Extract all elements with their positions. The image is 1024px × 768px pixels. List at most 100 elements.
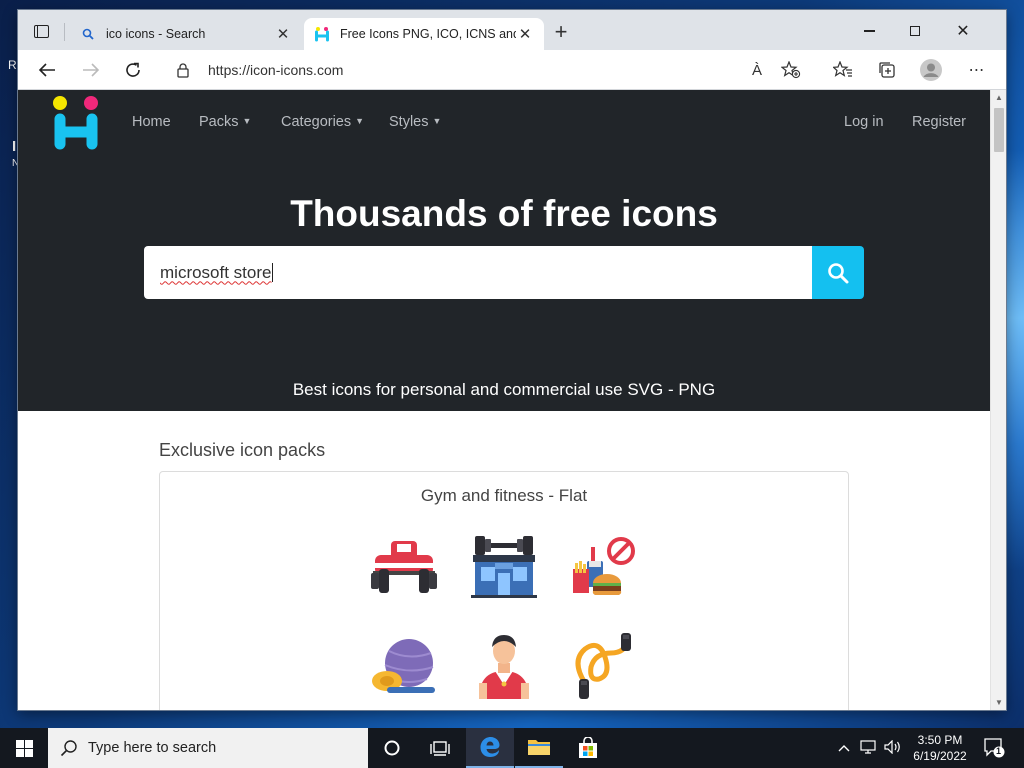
forward-button[interactable] bbox=[78, 58, 104, 82]
taskbar-search-placeholder: Type here to search bbox=[88, 740, 217, 756]
edge-icon bbox=[480, 737, 500, 757]
hero-title: Thousands of free icons bbox=[290, 193, 718, 234]
tab-bar: ico icons - Search ✕ Free Icons PNG, ICO… bbox=[18, 10, 1006, 50]
clock-date: 6/19/2022 bbox=[913, 749, 967, 763]
read-aloud-icon: À bbox=[751, 61, 762, 79]
profile-button[interactable] bbox=[918, 58, 944, 82]
collections-button[interactable] bbox=[874, 58, 900, 82]
desktop-icon-label-fragment: I bbox=[12, 138, 17, 155]
icon-icons-logo[interactable] bbox=[52, 94, 102, 150]
icon-icons-favicon bbox=[314, 26, 330, 42]
more-options-icon: ⋯ bbox=[968, 62, 986, 79]
junk-food-forbidden-icon[interactable] bbox=[569, 533, 639, 603]
bench-press-icon[interactable] bbox=[369, 533, 439, 603]
taskbar: Type here to search 3:50 PM 6/19/2022 1 bbox=[0, 728, 1024, 768]
folder-icon bbox=[528, 740, 550, 755]
collections-icon bbox=[879, 62, 895, 78]
search-submit-button[interactable] bbox=[812, 246, 864, 299]
start-button[interactable] bbox=[0, 728, 48, 768]
maximize-button[interactable] bbox=[892, 18, 938, 44]
minimize-button[interactable] bbox=[846, 18, 892, 44]
star-plus-icon bbox=[781, 61, 801, 79]
taskbar-clock[interactable]: 3:50 PM 6/19/2022 bbox=[902, 732, 978, 764]
show-hidden-icons[interactable] bbox=[838, 741, 850, 755]
windows-logo-icon bbox=[15, 739, 33, 757]
action-center-button[interactable]: 1 bbox=[982, 736, 1006, 760]
address-bar-row: https://icon-icons.com À ⋯ bbox=[18, 50, 1006, 90]
forward-arrow-icon bbox=[83, 63, 100, 77]
cortana-button[interactable] bbox=[368, 728, 416, 768]
back-arrow-icon bbox=[38, 63, 55, 77]
close-tab-icon[interactable]: ✕ bbox=[274, 25, 292, 43]
web-content: Home Packs ▼ Categories ▼ Styles ▼ Log in R… bbox=[18, 90, 1006, 710]
yoga-ball-mat-icon[interactable] bbox=[369, 631, 439, 701]
address-field[interactable]: https://icon-icons.com bbox=[172, 55, 742, 85]
system-tray bbox=[838, 728, 902, 768]
close-tab-icon[interactable]: ✕ bbox=[516, 25, 534, 43]
tab-title: ico icons - Search bbox=[106, 27, 206, 41]
icon-pack-card[interactable]: Gym and fitness - Flat bbox=[159, 471, 849, 710]
nav-packs[interactable]: Packs ▼ bbox=[199, 114, 251, 130]
cortana-icon bbox=[384, 740, 400, 756]
tab-actions-icon bbox=[33, 24, 49, 38]
store-bag-icon bbox=[579, 737, 597, 758]
nav-categories[interactable]: Categories ▼ bbox=[281, 114, 364, 130]
network-icon[interactable] bbox=[860, 739, 876, 757]
edge-taskbar-button[interactable] bbox=[466, 728, 514, 768]
settings-menu-button[interactable]: ⋯ bbox=[964, 58, 990, 82]
browser-window: ico icons - Search ✕ Free Icons PNG, ICO… bbox=[18, 10, 1006, 710]
search-input-value: microsoft store bbox=[160, 262, 272, 282]
clock-time: 3:50 PM bbox=[917, 733, 963, 747]
nav-home[interactable]: Home bbox=[132, 114, 171, 130]
tab-divider bbox=[64, 23, 65, 41]
file-explorer-button[interactable] bbox=[515, 728, 563, 768]
url-text: https://icon-icons.com bbox=[208, 62, 344, 78]
jump-rope-icon[interactable] bbox=[569, 631, 639, 701]
chevron-up-icon bbox=[838, 745, 850, 752]
read-aloud-button[interactable]: À bbox=[744, 58, 770, 82]
nav-register[interactable]: Register bbox=[912, 114, 966, 130]
nav-login[interactable]: Log in bbox=[844, 114, 884, 130]
hero-subtitle: Best icons for personal and commercial u… bbox=[292, 380, 716, 399]
new-tab-button[interactable]: + bbox=[550, 21, 572, 43]
volume-icon[interactable] bbox=[884, 739, 902, 757]
refresh-button[interactable] bbox=[120, 58, 146, 82]
avatar bbox=[920, 59, 942, 81]
hero-section: Home Packs ▼ Categories ▼ Styles ▼ Log in R… bbox=[18, 90, 990, 411]
section-title: Exclusive icon packs bbox=[159, 440, 326, 460]
nav-styles[interactable]: Styles ▼ bbox=[389, 114, 441, 130]
notification-badge: 1 bbox=[996, 746, 1002, 756]
back-button[interactable] bbox=[34, 58, 60, 82]
nav-styles-label: Styles bbox=[389, 114, 429, 130]
close-window-button[interactable]: ✕ bbox=[940, 18, 986, 44]
page-scrollbar[interactable]: ▲ ▼ bbox=[990, 90, 1006, 710]
scrollbar-thumb[interactable] bbox=[994, 108, 1004, 152]
caret-down-icon: ▼ bbox=[432, 116, 442, 126]
fitness-trainer-icon[interactable] bbox=[469, 631, 539, 701]
caret-down-icon: ▼ bbox=[242, 116, 252, 126]
desktop-icon-label-fragment: R bbox=[8, 58, 17, 72]
microsoft-store-button[interactable] bbox=[564, 728, 612, 768]
notification-icon bbox=[984, 738, 1005, 758]
nav-categories-label: Categories bbox=[281, 114, 352, 130]
taskbar-search-box[interactable]: Type here to search bbox=[48, 728, 368, 768]
add-favorite-button[interactable] bbox=[778, 58, 804, 82]
nav-packs-label: Packs bbox=[199, 114, 239, 130]
icon-search-input[interactable]: microsoft store bbox=[144, 246, 812, 299]
gym-building-icon[interactable] bbox=[469, 533, 539, 603]
scroll-up-icon[interactable]: ▲ bbox=[995, 93, 1003, 102]
task-view-button[interactable] bbox=[416, 728, 464, 768]
scroll-down-icon[interactable]: ▼ bbox=[995, 698, 1003, 707]
search-icon bbox=[80, 26, 96, 42]
maximize-icon bbox=[910, 26, 920, 36]
refresh-icon bbox=[126, 62, 140, 77]
lock-icon[interactable] bbox=[172, 62, 194, 78]
text-cursor bbox=[272, 263, 274, 282]
tab-search[interactable]: ico icons - Search ✕ bbox=[70, 18, 302, 50]
favorites-button[interactable] bbox=[830, 58, 856, 82]
favorites-icon bbox=[833, 61, 852, 77]
task-view-icon bbox=[430, 741, 450, 756]
tab-actions-button[interactable] bbox=[26, 20, 56, 42]
pack-title[interactable]: Gym and fitness - Flat bbox=[160, 486, 848, 506]
tab-icon-icons[interactable]: Free Icons PNG, ICO, ICNS and S ✕ bbox=[304, 18, 544, 50]
